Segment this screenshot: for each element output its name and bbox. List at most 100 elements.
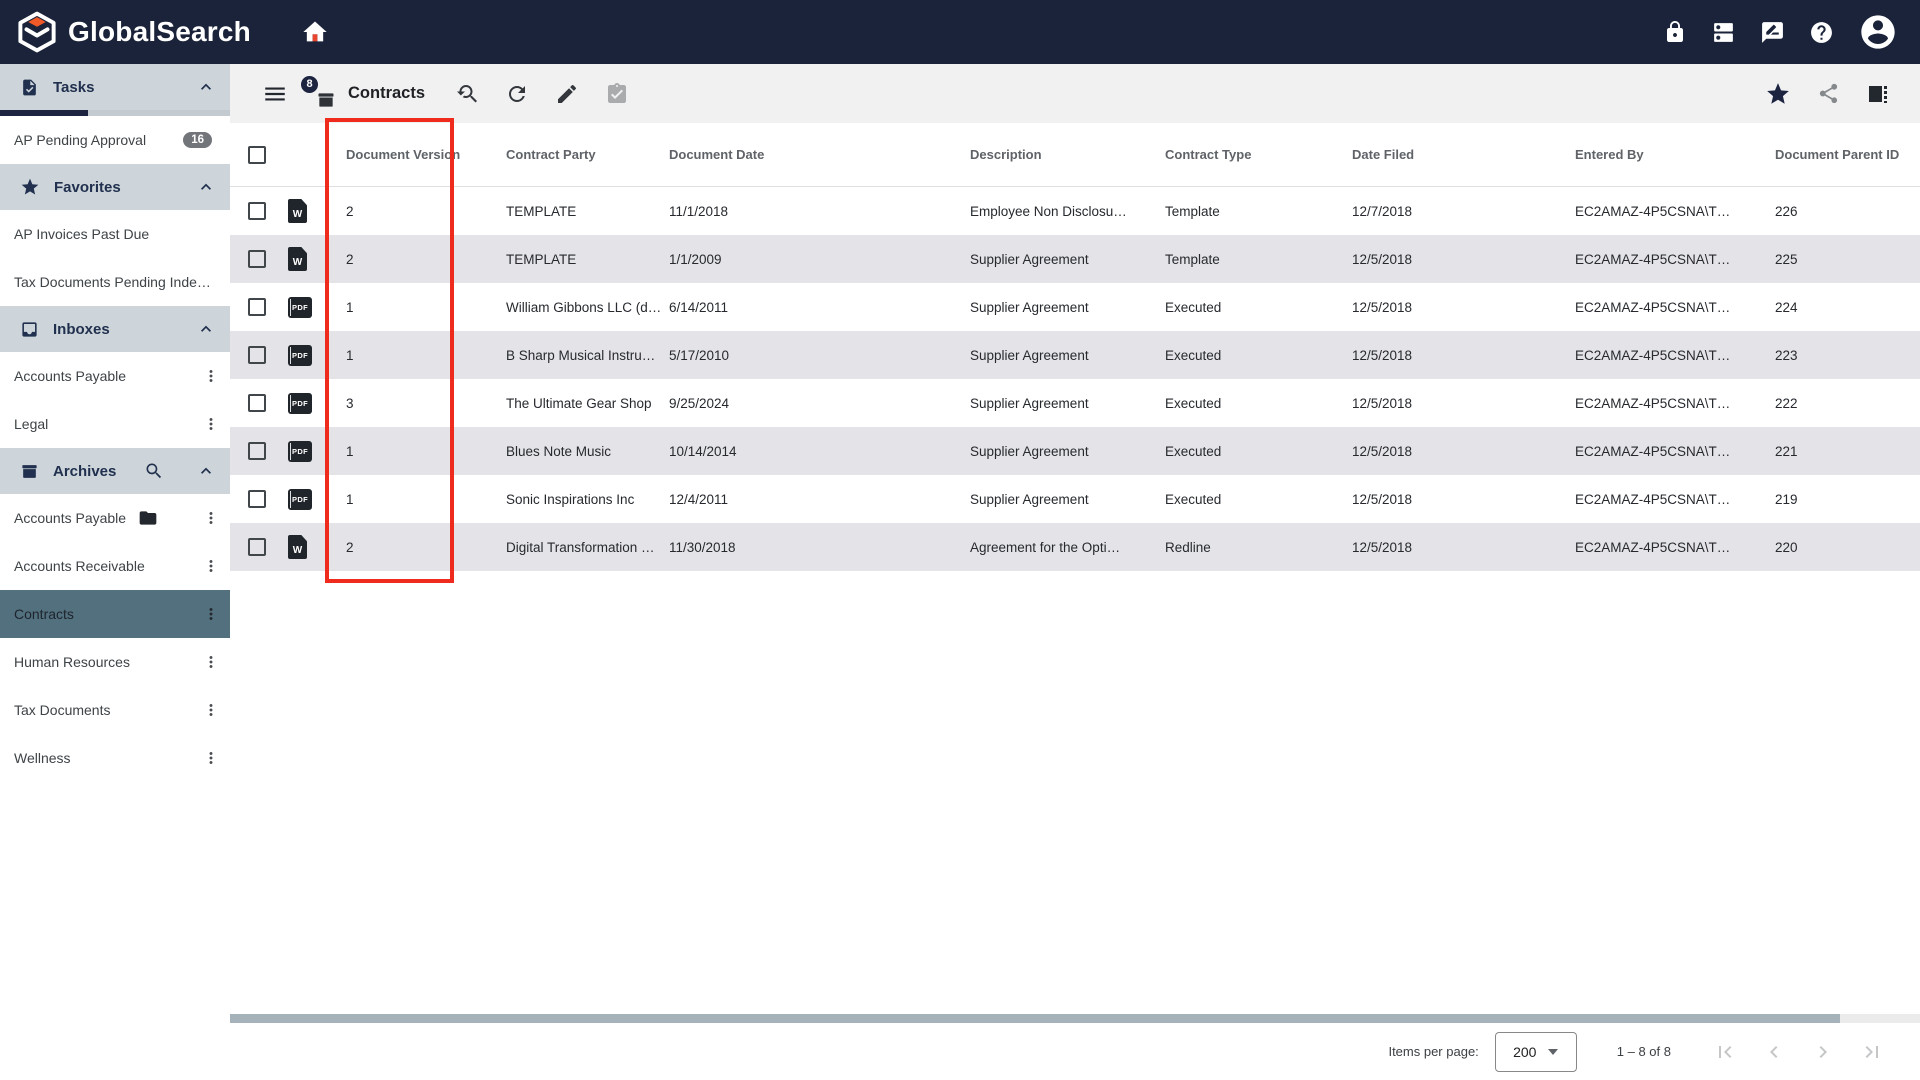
table-row[interactable]: W 2 TEMPLATE 1/1/2009 Supplier Agreement… bbox=[230, 235, 1920, 283]
cell-document-date: 6/14/2011 bbox=[669, 299, 729, 315]
user-avatar[interactable] bbox=[1858, 12, 1898, 52]
cell-entered-by: EC2AMAZ-4P5CSNA\T… bbox=[1575, 491, 1731, 507]
app-logo[interactable]: GlobalSearch bbox=[0, 11, 251, 53]
chevron-up-icon[interactable] bbox=[196, 177, 216, 197]
share-icon[interactable] bbox=[1817, 82, 1840, 105]
page-range-label: 1 – 8 of 8 bbox=[1616, 1044, 1671, 1059]
kebab-menu-icon[interactable] bbox=[202, 701, 220, 719]
sidebar-item-archive-tax-documents[interactable]: Tax Documents bbox=[0, 686, 230, 734]
chevron-up-icon[interactable] bbox=[196, 319, 216, 339]
kebab-menu-icon[interactable] bbox=[202, 415, 220, 433]
edit-icon[interactable] bbox=[555, 82, 579, 106]
table-row[interactable]: W 2 Digital Transformation … 11/30/2018 … bbox=[230, 523, 1920, 571]
sidebar-section-tasks[interactable]: Tasks bbox=[0, 64, 230, 110]
row-checkbox[interactable] bbox=[248, 490, 266, 508]
row-checkbox[interactable] bbox=[248, 442, 266, 460]
sidebar-section-archives[interactable]: Archives bbox=[0, 448, 230, 494]
home-icon[interactable] bbox=[301, 18, 329, 46]
column-header[interactable]: Document Version bbox=[346, 147, 506, 162]
page-size-select[interactable]: 200 bbox=[1494, 1031, 1577, 1072]
sidebar-item-archive-contracts[interactable]: Contracts bbox=[0, 590, 230, 638]
kebab-menu-icon[interactable] bbox=[202, 557, 220, 575]
cell-document-date: 10/14/2014 bbox=[669, 443, 737, 459]
next-page-icon[interactable] bbox=[1811, 1040, 1835, 1064]
chevron-up-icon[interactable] bbox=[196, 77, 216, 97]
refresh-icon[interactable] bbox=[505, 82, 529, 106]
menu-icon[interactable] bbox=[262, 81, 288, 107]
table-row[interactable]: PDF 1 Blues Note Music 10/14/2014 Suppli… bbox=[230, 427, 1920, 475]
cell-document-parent-id: 219 bbox=[1775, 491, 1798, 507]
cell-entered-by: EC2AMAZ-4P5CSNA\T… bbox=[1575, 395, 1731, 411]
row-checkbox[interactable] bbox=[248, 298, 266, 316]
search-icon[interactable] bbox=[144, 461, 164, 481]
column-header[interactable]: Contract Type bbox=[1165, 147, 1352, 162]
sidebar-item-archive-human-resources[interactable]: Human Resources bbox=[0, 638, 230, 686]
file-type-icon: PDF bbox=[288, 296, 312, 318]
table-row[interactable]: PDF 1 William Gibbons LLC (d… 6/14/2011 … bbox=[230, 283, 1920, 331]
view-column-icon[interactable] bbox=[1866, 82, 1890, 106]
cell-date-filed: 12/5/2018 bbox=[1352, 539, 1413, 555]
sidebar-item-archive-accounts-receivable[interactable]: Accounts Receivable bbox=[0, 542, 230, 590]
last-page-icon[interactable] bbox=[1860, 1040, 1884, 1064]
row-checkbox[interactable] bbox=[248, 538, 266, 556]
row-checkbox[interactable] bbox=[248, 250, 266, 268]
cell-date-filed: 12/5/2018 bbox=[1352, 251, 1413, 267]
row-checkbox[interactable] bbox=[248, 202, 266, 220]
table-row[interactable]: PDF 3 The Ultimate Gear Shop 9/25/2024 S… bbox=[230, 379, 1920, 427]
previous-page-icon[interactable] bbox=[1762, 1040, 1786, 1064]
column-header[interactable]: Contract Party bbox=[506, 147, 669, 162]
scrollbar-thumb[interactable] bbox=[230, 1014, 1840, 1023]
cell-document-date: 1/1/2009 bbox=[669, 251, 722, 267]
feedback-icon[interactable] bbox=[1760, 20, 1785, 45]
sidebar-item-ap-invoices-past-due[interactable]: AP Invoices Past Due bbox=[0, 210, 230, 258]
search-again-icon[interactable] bbox=[455, 82, 479, 106]
kebab-menu-icon[interactable] bbox=[202, 605, 220, 623]
sidebar-section-inboxes[interactable]: Inboxes bbox=[0, 306, 230, 352]
column-header[interactable]: Entered By bbox=[1575, 147, 1775, 162]
file-type-icon: W bbox=[288, 199, 307, 223]
sidebar-item-archive-accounts-payable[interactable]: Accounts Payable bbox=[0, 494, 230, 542]
cell-contract-type: Executed bbox=[1165, 299, 1222, 315]
sidebar-item-tax-documents-pending[interactable]: Tax Documents Pending Inde… bbox=[0, 258, 230, 306]
help-icon[interactable] bbox=[1809, 20, 1834, 45]
cell-contract-party: Sonic Inspirations Inc bbox=[506, 491, 635, 507]
table-row[interactable]: W 2 TEMPLATE 11/1/2018 Employee Non Disc… bbox=[230, 187, 1920, 235]
column-header[interactable]: Document Date bbox=[669, 147, 970, 162]
sidebar-item-ap-pending-approval[interactable]: AP Pending Approval 16 bbox=[0, 116, 230, 164]
kebab-menu-icon[interactable] bbox=[202, 653, 220, 671]
column-header[interactable]: Description bbox=[970, 147, 1165, 162]
folder-icon[interactable] bbox=[138, 508, 158, 528]
sidebar-section-favorites[interactable]: Favorites bbox=[0, 164, 230, 210]
tasks-icon bbox=[20, 78, 39, 97]
sidebar-item-inbox-accounts-payable[interactable]: Accounts Payable bbox=[0, 352, 230, 400]
table-row[interactable]: PDF 1 B Sharp Musical Instru… 5/17/2010 … bbox=[230, 331, 1920, 379]
select-all-checkbox[interactable] bbox=[248, 145, 266, 164]
dropdown-caret-icon bbox=[1548, 1048, 1559, 1055]
sidebar-item-archive-wellness[interactable]: Wellness bbox=[0, 734, 230, 782]
row-checkbox[interactable] bbox=[248, 346, 266, 364]
column-header[interactable]: Document Parent ID bbox=[1775, 147, 1920, 162]
kebab-menu-icon[interactable] bbox=[202, 509, 220, 527]
cell-document-version: 2 bbox=[346, 203, 354, 219]
cell-document-parent-id: 226 bbox=[1775, 203, 1798, 219]
chevron-up-icon[interactable] bbox=[196, 461, 216, 481]
lock-icon[interactable] bbox=[1663, 20, 1687, 44]
cell-document-parent-id: 221 bbox=[1775, 443, 1798, 459]
top-app-bar: GlobalSearch bbox=[0, 0, 1920, 64]
cell-contract-party: Blues Note Music bbox=[506, 443, 612, 459]
sidebar-item-inbox-legal[interactable]: Legal bbox=[0, 400, 230, 448]
cell-contract-party: Digital Transformation … bbox=[506, 539, 655, 555]
dns-icon[interactable] bbox=[1711, 20, 1736, 45]
row-checkbox[interactable] bbox=[248, 394, 266, 412]
column-header[interactable]: Date Filed bbox=[1352, 147, 1575, 162]
cell-date-filed: 12/5/2018 bbox=[1352, 299, 1413, 315]
horizontal-scrollbar[interactable] bbox=[230, 1014, 1920, 1023]
kebab-menu-icon[interactable] bbox=[202, 367, 220, 385]
cell-date-filed: 12/5/2018 bbox=[1352, 347, 1413, 363]
app-title: GlobalSearch bbox=[68, 16, 251, 47]
table-row[interactable]: PDF 1 Sonic Inspirations Inc 12/4/2011 S… bbox=[230, 475, 1920, 523]
cell-document-version: 2 bbox=[346, 251, 354, 267]
kebab-menu-icon[interactable] bbox=[202, 749, 220, 767]
favorite-star-icon[interactable] bbox=[1765, 81, 1791, 107]
first-page-icon[interactable] bbox=[1713, 1040, 1737, 1064]
